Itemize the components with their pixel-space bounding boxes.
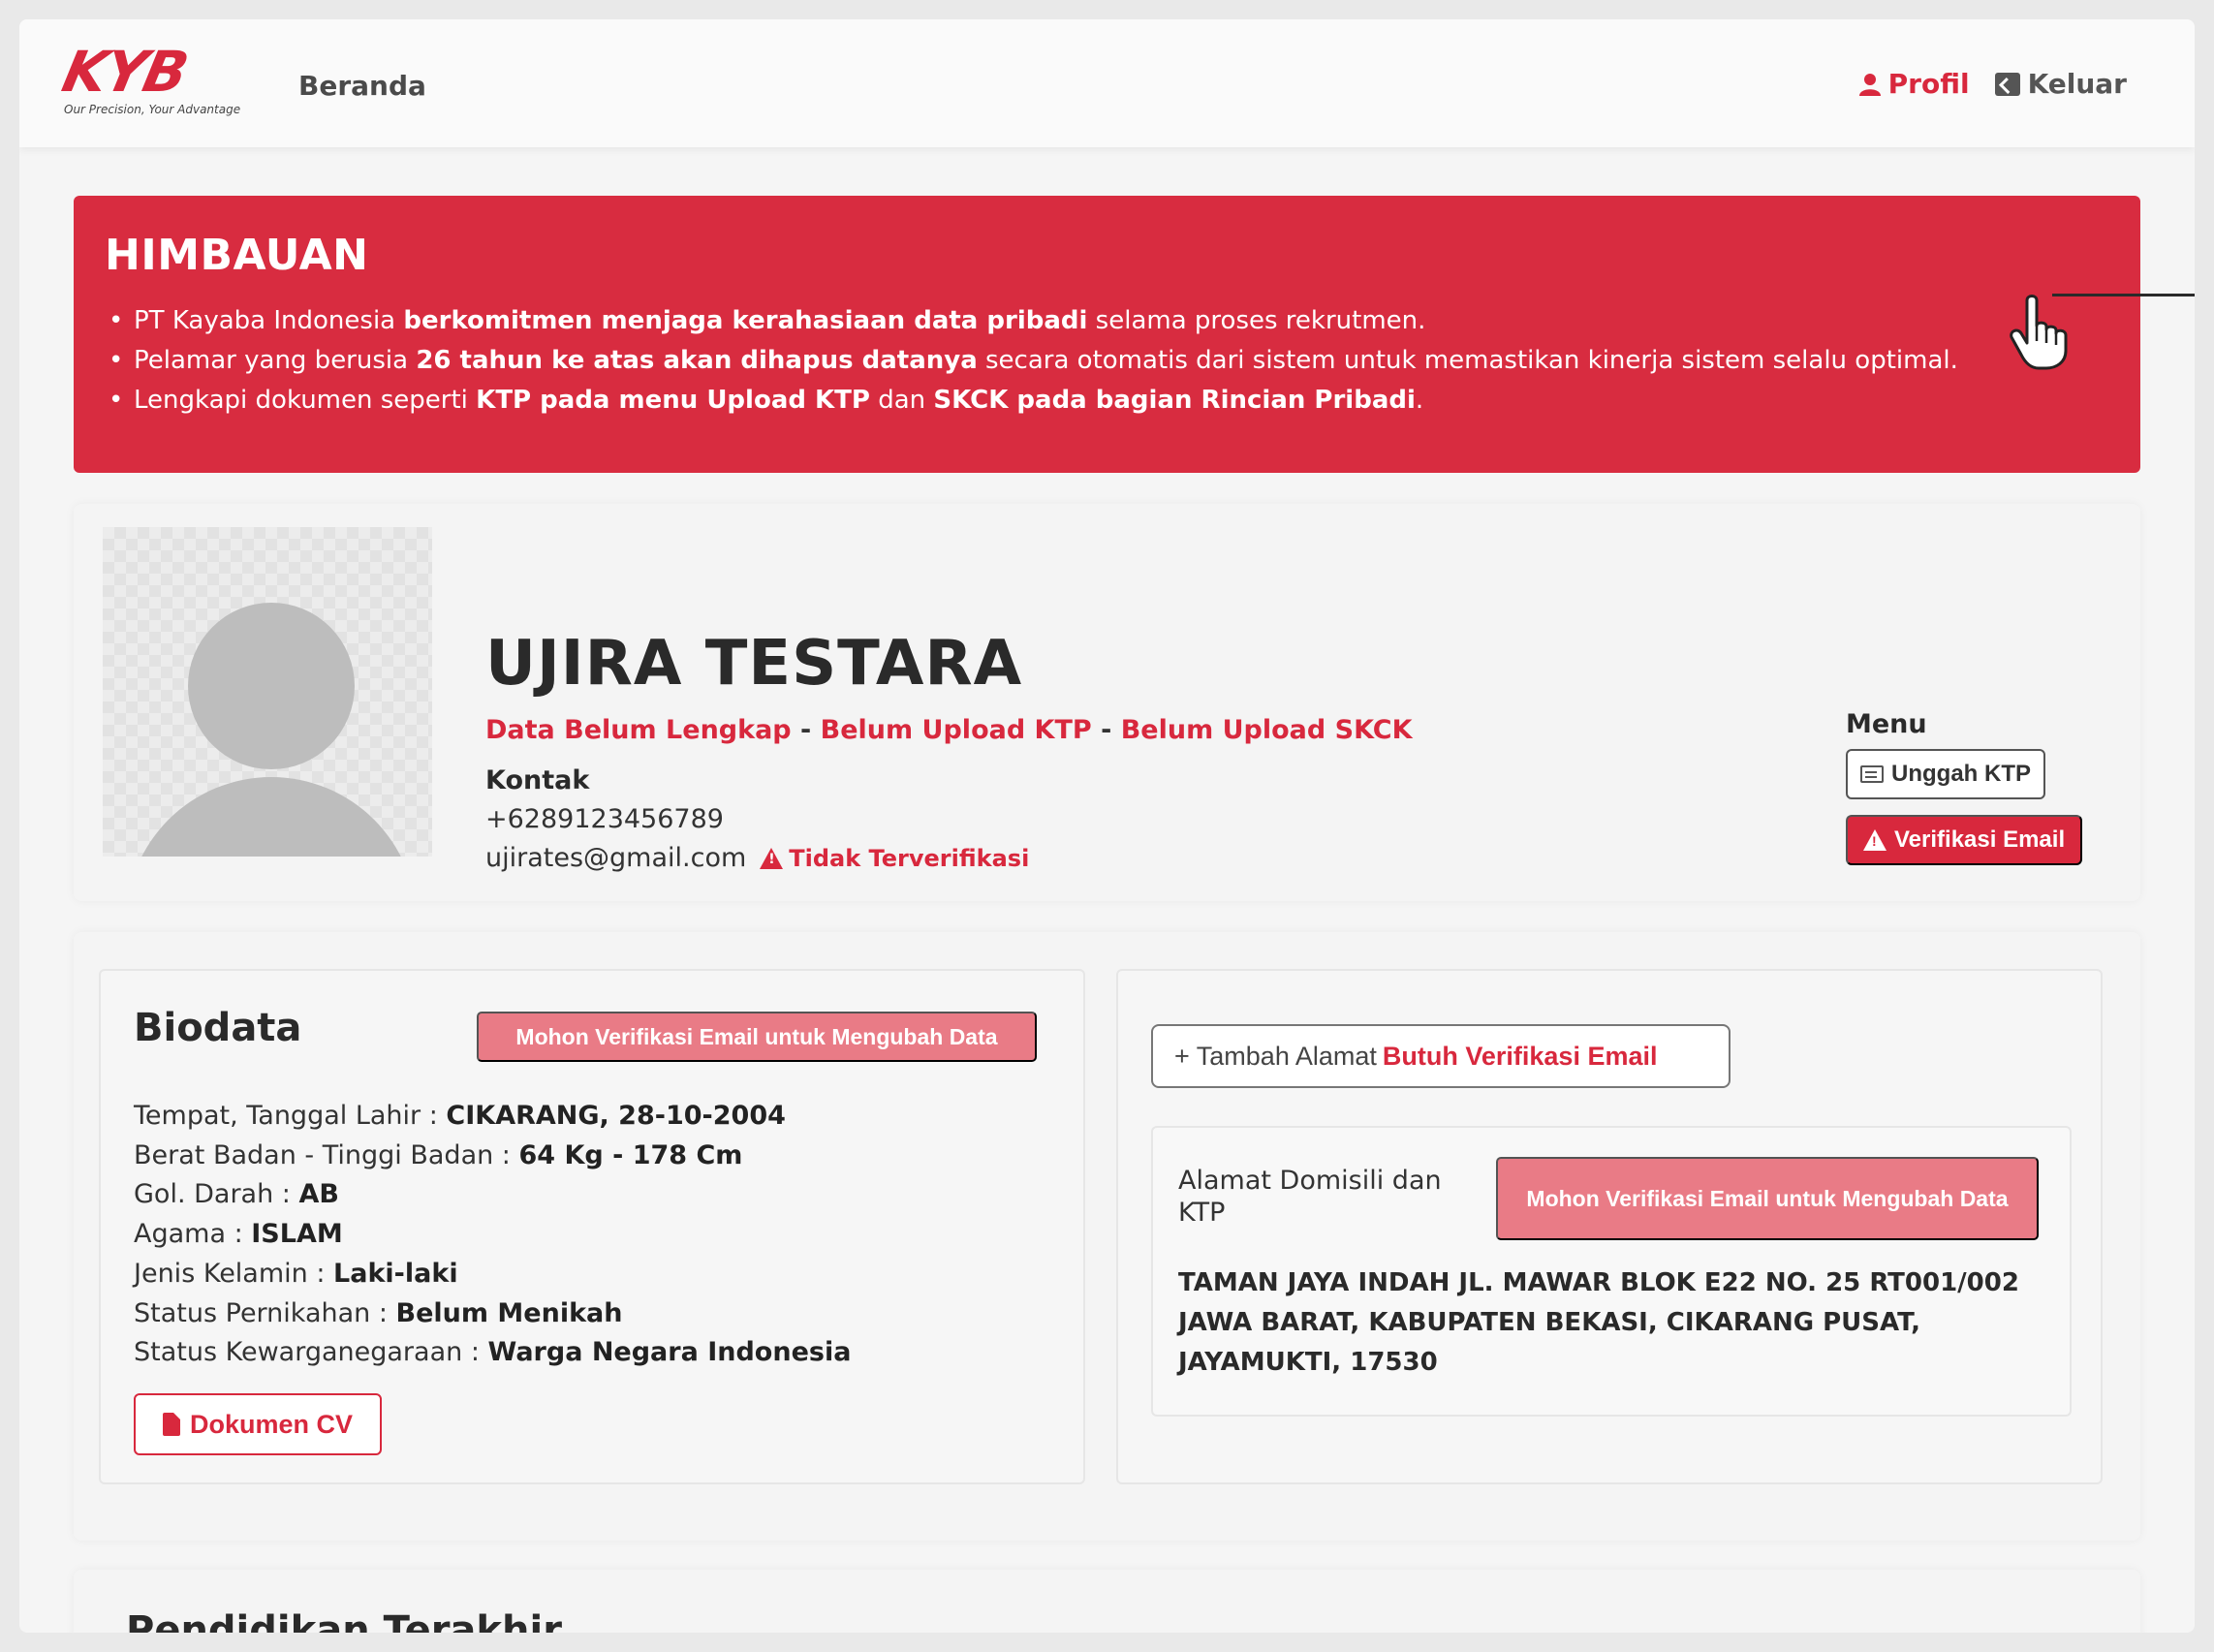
kyb-logo[interactable]: KYB Our Precision, Your Advantage (57, 39, 258, 124)
verify-email-button[interactable]: Verifikasi Email (1846, 815, 2082, 865)
avatar-head (188, 603, 355, 769)
upload-ktp-button[interactable]: Unggah KTP (1846, 749, 2045, 799)
nav-keluar-label: Keluar (2027, 68, 2127, 100)
biodata-row: Status Pernikahan : Belum Menikah (134, 1297, 623, 1328)
alert-item: Pelamar yang berusia 26 tahun ke atas ak… (109, 341, 2109, 381)
logout-icon (1994, 72, 2020, 96)
contact-label: Kontak (485, 765, 590, 795)
alert-item: PT Kayaba Indonesia berkomitmen menjaga … (109, 301, 2109, 341)
alert-title: HIMBAUAN (105, 231, 369, 280)
nav-profil-label: Profil (1887, 68, 1970, 100)
biodata-row: Berat Badan - Tinggi Badan : 64 Kg - 178… (134, 1139, 743, 1170)
address-type-label: Alamat Domisili dan KTP (1178, 1166, 1442, 1228)
biodata-title: Biodata (134, 1006, 302, 1050)
user-icon (1858, 73, 1881, 96)
alert-list: PT Kayaba Indonesia berkomitmen menjaga … (105, 301, 2109, 421)
contact-phone: +6289123456789 (485, 804, 724, 834)
alert-item: Lengkapi dokumen seperti KTP pada menu U… (109, 381, 2109, 421)
status-skck: Belum Upload SKCK (1120, 715, 1413, 745)
file-icon (162, 1413, 180, 1436)
hand-cursor-icon (2010, 295, 2068, 370)
biodata-row: Tempat, Tanggal Lahir : CIKARANG, 28-10-… (134, 1101, 786, 1131)
cv-document-button[interactable]: Dokumen CV (134, 1393, 382, 1455)
logo-tagline: Our Precision, Your Advantage (64, 103, 241, 116)
nav-beranda-link[interactable]: Beranda (298, 70, 426, 102)
biodata-card: Biodata Mohon Verifikasi Email untuk Men… (99, 969, 1085, 1484)
contact-email-row: ujirates@gmail.com Tidak Terverifikasi (485, 843, 1029, 873)
profile-status: Data Belum Lengkap - Belum Upload KTP - … (485, 715, 1413, 745)
education-card: Pendidikan Terakhir (74, 1570, 2140, 1633)
menu-label: Menu (1846, 709, 1927, 739)
warning-icon (1863, 829, 1887, 851)
profile-card: UJIRA TESTARA Data Belum Lengkap - Belum… (74, 504, 2140, 901)
biodata-verify-button[interactable]: Mohon Verifikasi Email untuk Mengubah Da… (477, 1012, 1037, 1062)
warning-icon (760, 847, 784, 869)
app-frame: KYB Our Precision, Your Advantage Berand… (19, 19, 2195, 1633)
contact-email: ujirates@gmail.com (485, 843, 747, 873)
nav-keluar-link[interactable]: Keluar (1994, 68, 2127, 100)
avatar (103, 527, 432, 857)
education-title: Pendidikan Terakhir (126, 1608, 562, 1633)
address-entry: Alamat Domisili dan KTP Mohon Verifikasi… (1151, 1126, 2072, 1417)
biodata-list: Tempat, Tanggal Lahir : CIKARANG, 28-10-… (134, 1097, 851, 1373)
biodata-row: Agama : ISLAM (134, 1219, 343, 1250)
address-verify-button[interactable]: Mohon Verifikasi Email untuk Mengubah Da… (1496, 1157, 2039, 1240)
add-address-button[interactable]: + Tambah Alamat Butuh Verifikasi Email (1151, 1024, 1731, 1088)
nav-right: Profil Keluar (1858, 68, 2127, 100)
status-ktp: Belum Upload KTP (820, 715, 1092, 745)
address-text: TAMAN JAYA INDAH JL. MAWAR BLOK E22 NO. … (1178, 1268, 2019, 1377)
biodata-row: Status Kewarganegaraan : Warga Negara In… (134, 1337, 852, 1368)
biodata-row: Gol. Darah : AB (134, 1179, 339, 1210)
nav-profil-link[interactable]: Profil (1858, 68, 1970, 100)
email-unverified-badge: Tidak Terverifikasi (760, 845, 1029, 872)
status-data: Data Belum Lengkap (485, 715, 792, 745)
biodata-row: Jenis Kelamin : Laki-laki (134, 1258, 458, 1289)
top-navbar: KYB Our Precision, Your Advantage Berand… (19, 19, 2195, 147)
address-card: + Tambah Alamat Butuh Verifikasi Email A… (1116, 969, 2103, 1484)
id-card-icon (1860, 765, 1884, 783)
profile-name: UJIRA TESTARA (485, 628, 1023, 700)
details-section: Biodata Mohon Verifikasi Email untuk Men… (74, 932, 2140, 1541)
logo-text: KYB (56, 39, 193, 105)
himbauan-alert: HIMBAUAN PT Kayaba Indonesia berkomitmen… (74, 196, 2140, 473)
avatar-body (126, 777, 417, 857)
